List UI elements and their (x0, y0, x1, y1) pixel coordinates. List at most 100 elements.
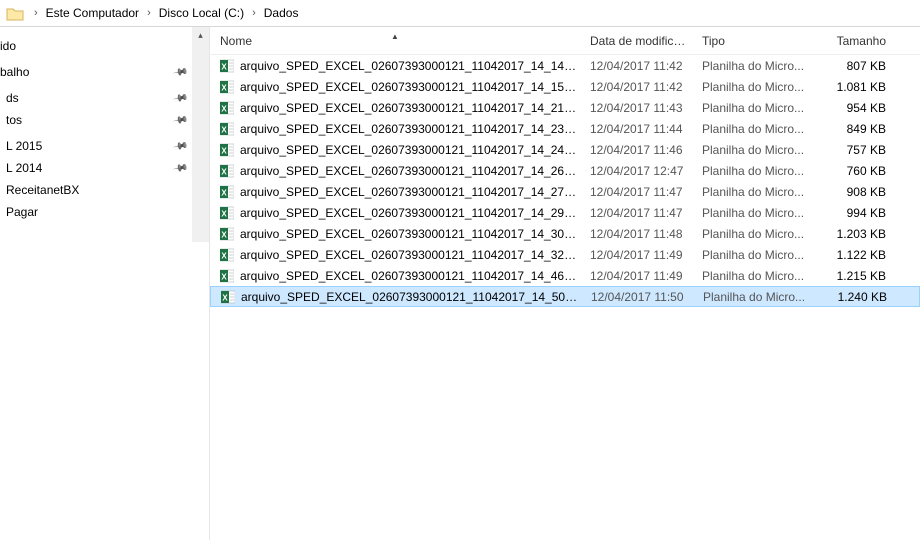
svg-text:X: X (221, 188, 227, 197)
file-type: Planilha do Micro... (692, 59, 814, 73)
file-name: arquivo_SPED_EXCEL_02607393000121_110420… (240, 101, 580, 115)
file-row[interactable]: Xarquivo_SPED_EXCEL_02607393000121_11042… (210, 265, 920, 286)
nav-item[interactable]: Pagar (0, 201, 209, 223)
file-type: Planilha do Micro... (693, 290, 815, 304)
nav-item-label: L 2014 (6, 161, 42, 175)
file-type: Planilha do Micro... (692, 143, 814, 157)
svg-text:X: X (221, 125, 227, 134)
file-name: arquivo_SPED_EXCEL_02607393000121_110420… (240, 185, 580, 199)
svg-text:X: X (221, 62, 227, 71)
file-row[interactable]: Xarquivo_SPED_EXCEL_02607393000121_11042… (210, 55, 920, 76)
excel-file-icon: X (220, 143, 234, 157)
column-name[interactable]: Nome ▲ (210, 34, 580, 48)
file-size: 760 KB (814, 164, 900, 178)
file-row[interactable]: Xarquivo_SPED_EXCEL_02607393000121_11042… (210, 223, 920, 244)
nav-item-label: ido (0, 39, 16, 53)
nav-item[interactable]: ReceitanetBX (0, 179, 209, 201)
svg-text:X: X (221, 104, 227, 113)
file-type: Planilha do Micro... (692, 185, 814, 199)
file-row[interactable]: Xarquivo_SPED_EXCEL_02607393000121_11042… (210, 286, 920, 307)
nav-item-label: ds (6, 91, 19, 105)
svg-text:X: X (221, 146, 227, 155)
file-type: Planilha do Micro... (692, 206, 814, 220)
chevron-right-icon[interactable]: › (143, 7, 155, 19)
excel-file-icon: X (220, 101, 234, 115)
excel-file-icon: X (220, 269, 234, 283)
file-type: Planilha do Micro... (692, 227, 814, 241)
file-date: 12/04/2017 11:42 (580, 59, 692, 73)
file-row[interactable]: Xarquivo_SPED_EXCEL_02607393000121_11042… (210, 139, 920, 160)
file-type: Planilha do Micro... (692, 101, 814, 115)
file-date: 12/04/2017 11:49 (580, 248, 692, 262)
file-type: Planilha do Micro... (692, 164, 814, 178)
nav-item-label: ReceitanetBX (6, 183, 79, 197)
nav-item[interactable]: ido (0, 35, 209, 57)
file-date: 12/04/2017 11:44 (580, 122, 692, 136)
nav-item[interactable]: L 2014📌 (0, 157, 209, 179)
file-size: 954 KB (814, 101, 900, 115)
file-list-pane[interactable]: Nome ▲ Data de modificaç... Tipo Tamanho… (210, 27, 920, 540)
pin-icon: 📌 (171, 111, 189, 128)
nav-item-label: tos (6, 113, 22, 127)
file-date: 12/04/2017 11:43 (580, 101, 692, 115)
sort-asc-icon: ▲ (391, 34, 399, 41)
file-date: 12/04/2017 12:47 (580, 164, 692, 178)
breadcrumb-seg[interactable]: Este Computador (42, 0, 143, 27)
file-name: arquivo_SPED_EXCEL_02607393000121_110420… (240, 227, 580, 241)
file-name: arquivo_SPED_EXCEL_02607393000121_110420… (241, 290, 581, 304)
excel-file-icon: X (220, 122, 234, 136)
breadcrumb-seg[interactable]: Dados (260, 0, 303, 27)
excel-file-icon: X (220, 80, 234, 94)
file-row[interactable]: Xarquivo_SPED_EXCEL_02607393000121_11042… (210, 118, 920, 139)
address-bar[interactable]: › Este Computador › Disco Local (C:) › D… (0, 0, 920, 27)
excel-file-icon: X (220, 185, 234, 199)
file-size: 994 KB (814, 206, 900, 220)
file-date: 12/04/2017 11:49 (580, 269, 692, 283)
folder-icon (6, 6, 24, 21)
svg-text:X: X (221, 209, 227, 218)
file-size: 1.122 KB (814, 248, 900, 262)
excel-file-icon: X (220, 227, 234, 241)
file-row[interactable]: Xarquivo_SPED_EXCEL_02607393000121_11042… (210, 202, 920, 223)
file-date: 12/04/2017 11:42 (580, 80, 692, 94)
column-size[interactable]: Tamanho (814, 34, 900, 48)
column-type[interactable]: Tipo (692, 34, 814, 48)
nav-item[interactable]: ds📌 (0, 87, 209, 109)
pin-icon: 📌 (171, 137, 189, 154)
nav-item-label: balho (0, 65, 29, 79)
file-type: Planilha do Micro... (692, 248, 814, 262)
file-row[interactable]: Xarquivo_SPED_EXCEL_02607393000121_11042… (210, 160, 920, 181)
file-type: Planilha do Micro... (692, 269, 814, 283)
file-name: arquivo_SPED_EXCEL_02607393000121_110420… (240, 206, 580, 220)
column-name-label: Nome (220, 34, 252, 48)
file-row[interactable]: Xarquivo_SPED_EXCEL_02607393000121_11042… (210, 181, 920, 202)
excel-file-icon: X (221, 290, 235, 304)
nav-item[interactable]: tos 📌 (0, 109, 209, 131)
nav-item-label: L 2015 (6, 139, 42, 153)
file-type: Planilha do Micro... (692, 122, 814, 136)
chevron-right-icon[interactable]: › (30, 7, 42, 19)
svg-text:X: X (221, 251, 227, 260)
file-row[interactable]: Xarquivo_SPED_EXCEL_02607393000121_11042… (210, 97, 920, 118)
file-name: arquivo_SPED_EXCEL_02607393000121_110420… (240, 80, 580, 94)
chevron-right-icon[interactable]: › (248, 7, 260, 19)
excel-file-icon: X (220, 164, 234, 178)
file-date: 12/04/2017 11:47 (580, 206, 692, 220)
svg-text:X: X (221, 167, 227, 176)
breadcrumb-seg[interactable]: Disco Local (C:) (155, 0, 248, 27)
file-size: 757 KB (814, 143, 900, 157)
file-date: 12/04/2017 11:46 (580, 143, 692, 157)
file-size: 1.203 KB (814, 227, 900, 241)
nav-item[interactable]: balho📌 (0, 61, 209, 83)
nav-scrollbar[interactable]: ▴ (192, 27, 209, 242)
nav-pane[interactable]: ido balho📌 ds📌 tos 📌 L 2015 📌 L 2014📌 Receitanet… (0, 27, 210, 540)
excel-file-icon: X (220, 206, 234, 220)
svg-text:X: X (222, 293, 228, 302)
column-headers[interactable]: Nome ▲ Data de modificaç... Tipo Tamanho (210, 27, 920, 55)
scroll-up-icon[interactable]: ▴ (192, 27, 209, 44)
file-row[interactable]: Xarquivo_SPED_EXCEL_02607393000121_11042… (210, 76, 920, 97)
file-name: arquivo_SPED_EXCEL_02607393000121_110420… (240, 59, 580, 73)
file-row[interactable]: Xarquivo_SPED_EXCEL_02607393000121_11042… (210, 244, 920, 265)
column-date[interactable]: Data de modificaç... (580, 34, 692, 48)
nav-item[interactable]: L 2015 📌 (0, 135, 209, 157)
